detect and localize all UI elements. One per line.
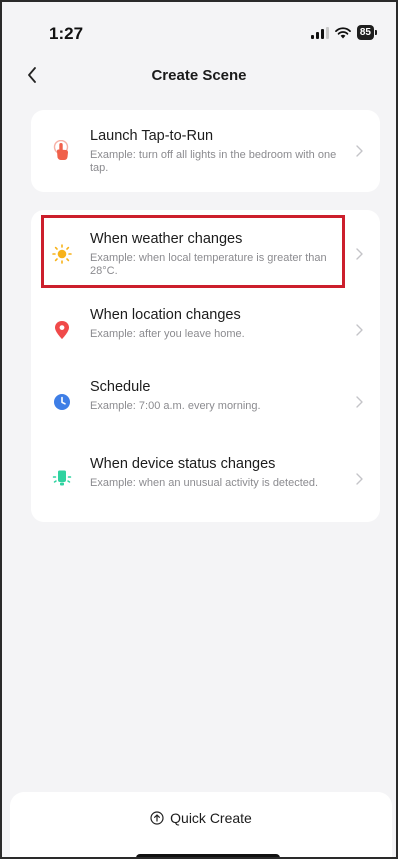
status-time: 1:27 — [49, 24, 84, 43]
navigation-bar: Create Scene — [2, 60, 396, 92]
home-indicator — [136, 854, 280, 857]
quick-create-button[interactable]: Quick Create — [10, 810, 392, 826]
schedule-option[interactable]: Schedule Example: 7:00 a.m. every mornin… — [31, 369, 380, 435]
cellular-signal-icon — [310, 26, 329, 39]
condition-options-card: When weather changes Example: when local… — [31, 210, 380, 522]
option-description: Example: after you leave home. — [90, 328, 245, 340]
location-change-option[interactable]: When location changes Example: after you… — [31, 297, 380, 363]
arrow-up-circle-icon — [150, 811, 164, 825]
bottom-bar: Quick Create — [10, 792, 392, 857]
quick-create-label: Quick Create — [170, 810, 252, 826]
wifi-icon — [334, 26, 351, 38]
battery-indicator: 85 — [356, 25, 378, 40]
option-title: Schedule — [90, 379, 151, 395]
option-title: When location changes — [90, 307, 241, 323]
location-pin-icon — [52, 320, 72, 340]
device-status-change-option[interactable]: When device status changes Example: when… — [31, 446, 380, 512]
option-title: When device status changes — [90, 456, 276, 472]
tap-hand-icon — [52, 140, 72, 161]
option-description: Example: when an unusual activity is det… — [90, 477, 319, 489]
chevron-right-icon — [356, 473, 363, 485]
launch-tap-to-run-card: Launch Tap-to-Run Example: turn off all … — [31, 110, 380, 192]
phone-screen: 1:27 85 Create Scene Launch Tap-to-Run E… — [0, 0, 398, 859]
option-title: When weather changes — [90, 231, 243, 247]
option-title: Launch Tap-to-Run — [90, 128, 214, 144]
clock-icon — [52, 392, 72, 412]
page-title: Create Scene — [151, 67, 247, 84]
chevron-right-icon — [356, 248, 363, 260]
launch-tap-to-run-option[interactable]: Launch Tap-to-Run Example: turn off all … — [31, 118, 380, 184]
sun-icon — [52, 244, 72, 264]
chevron-right-icon — [356, 145, 363, 157]
status-bar: 1:27 85 — [2, 2, 396, 60]
device-bulb-icon — [52, 469, 72, 489]
option-description: Example: when local temperature is great… — [90, 252, 327, 277]
status-icons: 85 — [310, 25, 378, 40]
chevron-right-icon — [356, 324, 363, 336]
option-description: Example: 7:00 a.m. every morning. — [90, 400, 261, 412]
chevron-right-icon — [356, 396, 363, 408]
weather-change-option[interactable]: When weather changes Example: when local… — [31, 221, 380, 287]
option-description: Example: turn off all lights in the bedr… — [90, 149, 337, 174]
